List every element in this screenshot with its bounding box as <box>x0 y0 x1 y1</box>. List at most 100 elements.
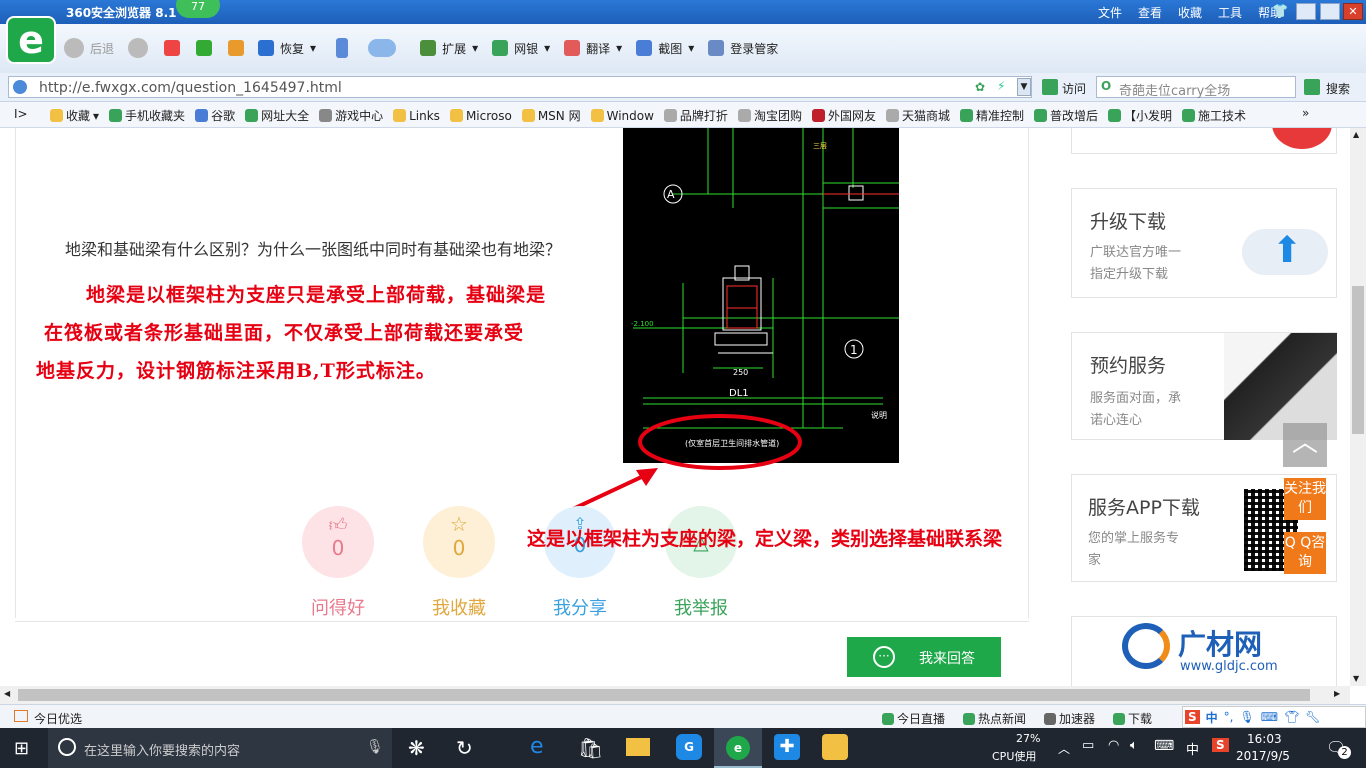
task-view-icon[interactable]: ❋ <box>408 736 425 760</box>
restore-button[interactable]: 恢复 <box>280 40 304 57</box>
extend-icon[interactable] <box>420 40 437 56</box>
follow-us-button[interactable]: 关注我们 <box>1284 478 1326 520</box>
status-item[interactable]: 下载 <box>1113 710 1152 727</box>
phone-icon[interactable] <box>336 38 349 58</box>
sogou-tray-icon[interactable]: S <box>1212 738 1229 752</box>
360-icon[interactable]: ↻ <box>456 736 473 760</box>
horizontal-scroll-thumb[interactable] <box>18 689 1310 701</box>
sidebar-toggle-icon[interactable]: I> <box>14 107 28 121</box>
app-plus-icon[interactable]: ✚ <box>774 734 800 760</box>
chevron-down-icon[interactable]: ▾ <box>93 109 99 123</box>
search-button[interactable]: 搜索 <box>1326 80 1350 97</box>
favorite-item[interactable]: Links <box>393 109 440 123</box>
like-circle[interactable]: 👍︎ 0 <box>302 506 374 578</box>
tray-ime[interactable]: 中 <box>1186 739 1199 758</box>
close-button[interactable]: ✕ <box>1343 3 1363 20</box>
favorite-item[interactable]: 品牌打折 <box>663 107 728 124</box>
glodon-icon[interactable]: G <box>676 734 702 760</box>
wifi-icon[interactable]: ◠ <box>1108 738 1119 753</box>
mic-search-icon[interactable]: 🎙︎ <box>366 739 384 755</box>
favorite-item[interactable]: 网址大全 <box>245 107 309 124</box>
translate-button[interactable]: 翻译 <box>586 40 610 57</box>
translate-icon[interactable] <box>564 40 581 56</box>
go-icon[interactable] <box>1042 79 1058 95</box>
ime-toolbar[interactable]: S 中 °, 🎙︎ ⌨ 👕︎ 🔧︎ <box>1182 706 1366 728</box>
scroll-left-icon[interactable]: ◀ <box>4 689 10 698</box>
favorite-item[interactable]: 淘宝团购 <box>737 107 802 124</box>
go-button[interactable]: 访问 <box>1062 80 1086 97</box>
keyboard-icon[interactable]: ⌨ <box>1261 710 1278 724</box>
screenshot-icon[interactable] <box>636 40 653 56</box>
favorite-item[interactable]: 精准控制 <box>959 107 1024 124</box>
scroll-right-icon[interactable]: ▶ <box>1334 689 1340 698</box>
menu-item[interactable]: 查看 <box>1138 4 1162 21</box>
restore-icon[interactable] <box>258 40 275 56</box>
battery-icon[interactable]: ▭ <box>1082 738 1094 753</box>
taskbar-search[interactable]: 在这里输入你要搜索的内容 🎙︎ <box>48 728 392 768</box>
gldjc-card[interactable]: 广材网 www.gldjc.com <box>1071 616 1337 686</box>
menu-item[interactable]: 收藏 <box>1178 4 1202 21</box>
ime-lang[interactable]: 中 <box>1206 709 1218 726</box>
more-favorites-icon[interactable]: » <box>1302 106 1309 120</box>
volume-icon[interactable]: 🔈︎ <box>1130 738 1138 753</box>
status-item[interactable]: 今日直播 <box>882 710 945 727</box>
favorite-item[interactable]: 手机收藏夹 <box>109 107 185 124</box>
bank-icon[interactable] <box>492 40 509 56</box>
active-browser-task[interactable]: e <box>714 728 762 768</box>
search-icon[interactable] <box>1304 79 1320 95</box>
back-to-top-icon[interactable]: ︿ <box>1283 423 1327 467</box>
refresh-icon[interactable] <box>196 40 213 56</box>
cloud-icon[interactable] <box>368 39 397 57</box>
forward-icon[interactable] <box>128 38 149 58</box>
dropdown-icon[interactable]: ▼ <box>1017 78 1031 96</box>
home-icon[interactable] <box>228 40 245 56</box>
mic-icon[interactable]: 🎙︎ <box>1240 710 1255 724</box>
back-icon[interactable] <box>64 38 84 58</box>
favorite-item[interactable]: 施工技术 <box>1182 107 1246 124</box>
file-explorer-icon[interactable] <box>626 738 650 756</box>
extend-button[interactable]: 扩展 <box>442 40 466 57</box>
scroll-up-icon[interactable]: ▲ <box>1353 130 1359 139</box>
status-item[interactable]: 加速器 <box>1044 710 1095 727</box>
favorite-label[interactable]: 我收藏 <box>414 594 504 620</box>
favorite-item[interactable]: 普改增后 <box>1034 107 1098 124</box>
status-item[interactable]: 热点新闻 <box>963 710 1026 727</box>
back-button[interactable]: 后退 <box>90 40 114 57</box>
sogou-icon[interactable]: S <box>1185 710 1200 724</box>
favorite-item[interactable]: Microso <box>449 109 512 123</box>
notes-icon[interactable] <box>822 734 848 760</box>
skin-ime-icon[interactable]: 👕︎ <box>1284 710 1299 724</box>
keyboard-tray-icon[interactable]: ⌨ <box>1154 738 1174 754</box>
favorite-circle[interactable]: ☆ 0 <box>423 506 495 578</box>
favorite-item[interactable]: 收藏 ▾ <box>50 107 99 124</box>
favorite-item[interactable]: 天猫商城 <box>885 107 950 124</box>
favorite-item[interactable]: Window <box>590 109 654 123</box>
browser-logo[interactable]: e <box>6 16 56 64</box>
horizontal-scrollbar[interactable]: ◀ ▶ <box>0 686 1350 704</box>
vertical-scrollbar[interactable]: ▲ ▼ <box>1350 128 1366 686</box>
like-label[interactable]: 问得好 <box>293 594 383 620</box>
windows-start-icon[interactable]: ⊞ <box>14 738 29 759</box>
key-icon[interactable] <box>708 40 725 56</box>
favorite-item[interactable]: 谷歌 <box>195 107 235 124</box>
menu-item[interactable]: 工具 <box>1218 4 1242 21</box>
scroll-down-icon[interactable]: ▼ <box>1353 674 1359 683</box>
maximize-button[interactable] <box>1320 3 1340 20</box>
edge-icon[interactable]: e <box>530 734 544 759</box>
stop-icon[interactable] <box>164 40 181 56</box>
store-icon[interactable]: 🛍︎ <box>578 736 603 760</box>
report-label[interactable]: 我举报 <box>656 594 746 620</box>
search-engine-icon[interactable]: O <box>1101 79 1111 93</box>
tray-up-icon[interactable]: ︿ <box>1058 740 1070 757</box>
answer-button[interactable]: ··· 我来回答 <box>847 637 1001 677</box>
punct-icon[interactable]: °, <box>1224 710 1234 724</box>
clock-date[interactable]: 2017/9/5 <box>1236 749 1290 763</box>
speed-icon[interactable]: ✿ <box>975 80 985 94</box>
menu-item[interactable]: 文件 <box>1098 4 1122 21</box>
bank-button[interactable]: 网银 <box>514 40 538 57</box>
favorite-item[interactable]: MSN 网 <box>521 107 581 124</box>
search-input[interactable]: O 奇葩走位carry全场 <box>1096 76 1296 99</box>
favorite-item[interactable]: 【小发明 <box>1108 107 1172 124</box>
login-manager-button[interactable]: 登录管家 <box>730 40 778 57</box>
address-bar[interactable]: http://e.fwxgx.com/question_1645497.html… <box>8 76 1032 98</box>
